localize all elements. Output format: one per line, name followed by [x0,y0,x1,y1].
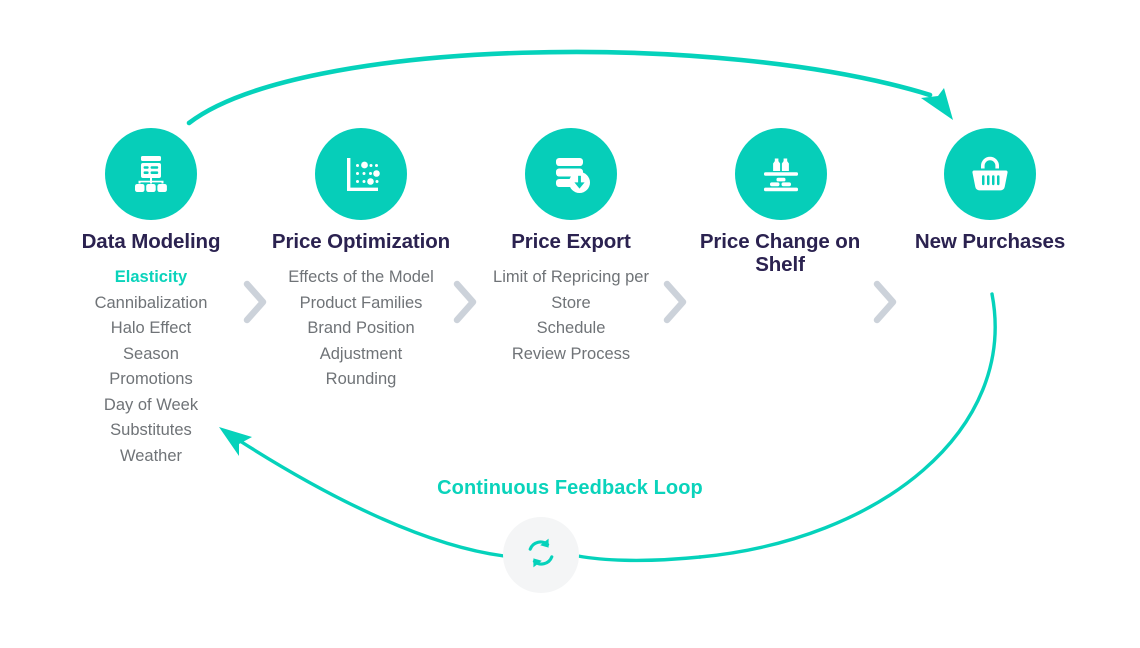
column-title: Price Change on Shelf [699,230,861,276]
database-download-icon [546,149,596,199]
chevron-right-icon-4 [868,272,902,332]
list-item: Limit of Repricing per Store [493,268,649,312]
list-item: Review Process [511,344,631,363]
step-icon-data-modeling[interactable] [105,128,197,220]
step-icon-price-change-on-shelf[interactable] [735,128,827,220]
list-item: Effects of the Model [288,268,434,286]
column-price-export: Price Export Limit of Repricing per Stor… [478,230,664,367]
list-item: Elasticity [114,268,188,286]
list-item: Day of Week [103,395,199,414]
column-title: New Purchases [914,230,1066,253]
list-item: Weather [119,446,183,465]
shopping-basket-icon [965,149,1015,199]
column-title: Data Modeling [81,230,221,253]
list-item: Halo Effect [110,319,192,337]
column-title: Price Optimization [271,230,451,253]
list-item: Cannibalization [94,293,208,312]
list-item: Rounding [325,370,397,388]
column-price-optimization: Price Optimization Effects of the Model … [266,230,456,393]
data-modeling-icon [126,149,176,199]
step-icon-price-optimization[interactable] [315,128,407,220]
list-item: Brand Position Adjustment [307,319,415,363]
pricing-process-diagram: Data Modeling Elasticity Cannibalization… [0,0,1140,648]
process-steps-row [0,128,1140,324]
column-data-modeling: Data Modeling Elasticity Cannibalization… [61,230,241,469]
step-icon-new-purchases[interactable] [944,128,1036,220]
column-title: Price Export [511,230,631,253]
column-items: Effects of the Model Product Families Br… [266,265,456,393]
list-item: Season [123,344,179,363]
list-item: Promotions [109,370,193,388]
store-shelf-icon [756,149,806,199]
column-price-change-on-shelf: Price Change on Shelf [690,230,870,288]
list-item: Product Families [299,293,423,312]
step-icon-price-export[interactable] [525,128,617,220]
column-items: Elasticity Cannibalization Halo Effect S… [61,265,241,469]
refresh-sync-icon [524,536,558,575]
list-item: Schedule [536,319,606,337]
feedback-loop-label: Continuous Feedback Loop [437,477,703,499]
scatter-plot-icon [336,149,386,199]
column-items: Limit of Repricing per Store Schedule Re… [478,265,664,367]
column-new-purchases: New Purchases [904,230,1076,265]
list-item: Substitutes [110,421,192,439]
top-flow-arrow [186,49,953,126]
feedback-loop-badge[interactable] [503,517,579,593]
